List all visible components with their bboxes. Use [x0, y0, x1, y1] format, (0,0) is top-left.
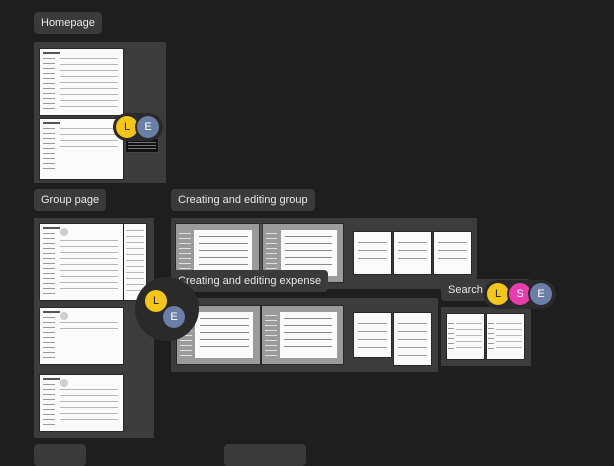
avatar-collaborator[interactable]: L — [145, 290, 167, 312]
section-search[interactable] — [441, 307, 531, 366]
frame-thumbnail[interactable] — [262, 306, 343, 364]
avatar-collaborator[interactable]: E — [137, 116, 159, 138]
frame-thumbnail[interactable] — [434, 232, 471, 274]
frame-thumbnail[interactable] — [40, 375, 123, 431]
section-label-partial[interactable] — [224, 444, 306, 466]
frame-thumbnail[interactable] — [394, 313, 431, 365]
frame-thumbnail[interactable] — [40, 308, 123, 364]
avatar-collaborator[interactable]: S — [509, 283, 531, 305]
avatar-collaborator[interactable]: E — [163, 306, 185, 328]
section-label-creating-editing-group[interactable]: Creating and editing group — [171, 189, 315, 211]
avatar-collaborator[interactable]: L — [487, 283, 509, 305]
frame-thumbnail[interactable] — [394, 232, 431, 274]
frame-thumbnail[interactable] — [40, 224, 123, 300]
avatar-collaborator[interactable]: E — [530, 283, 552, 305]
section-label-creating-editing-expense[interactable]: Creating and editing expense — [171, 270, 329, 292]
frame-thumbnail[interactable] — [40, 49, 123, 115]
section-group-page[interactable] — [34, 218, 154, 438]
section-label-group-page[interactable]: Group page — [34, 189, 107, 211]
section-creating-editing-expense[interactable] — [171, 298, 438, 372]
frame-thumbnail[interactable] — [487, 314, 524, 359]
avatar-collaborator[interactable]: L — [116, 116, 138, 138]
frame-thumbnail[interactable] — [447, 314, 484, 359]
frame-thumbnail[interactable] — [354, 232, 391, 274]
section-label-partial[interactable] — [34, 444, 86, 466]
frame-thumbnail[interactable] — [354, 313, 391, 357]
frame-thumbnail[interactable] — [40, 119, 123, 179]
section-label-homepage[interactable]: Homepage — [34, 12, 102, 34]
